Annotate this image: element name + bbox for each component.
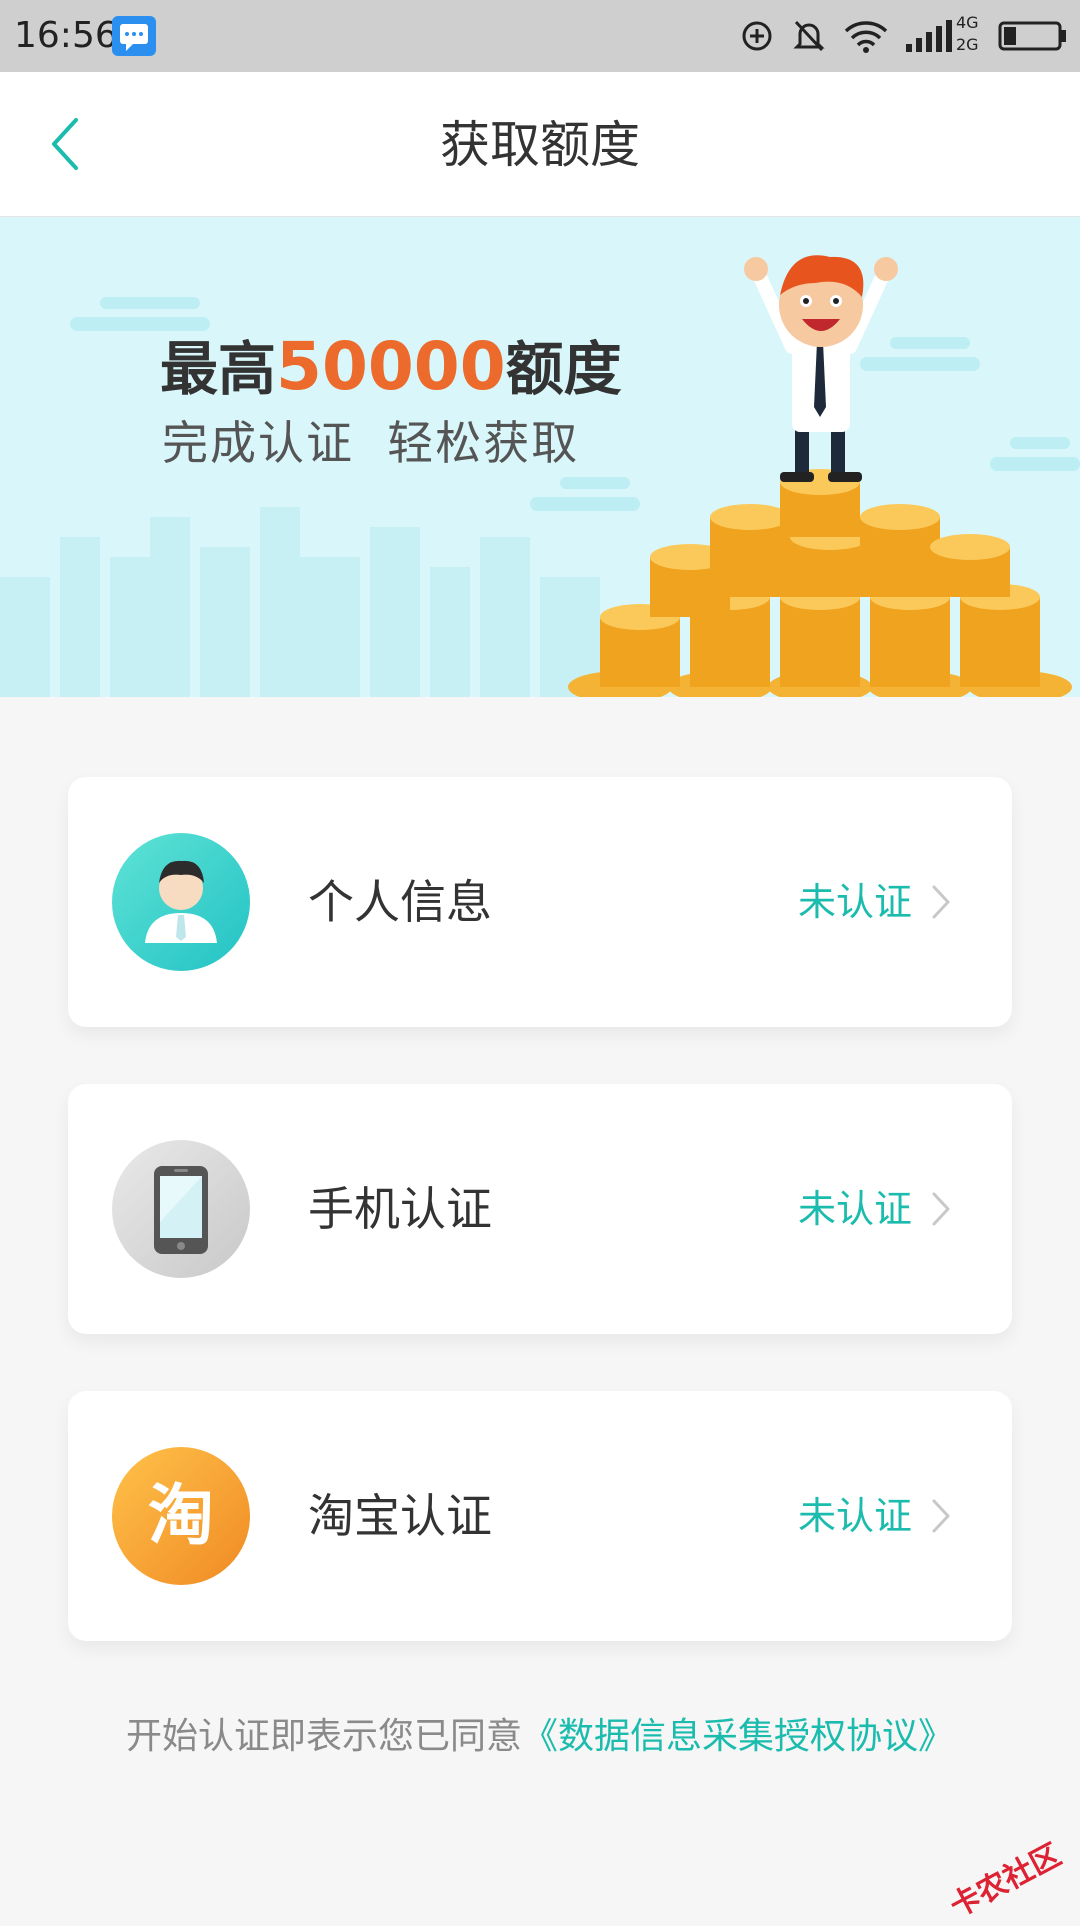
personal-info-card[interactable]: 个人信息 未认证 <box>68 777 1012 1027</box>
card-status: 未认证 <box>798 1494 913 1538</box>
phone-icon <box>112 1140 250 1278</box>
agreement-prefix: 开始认证即表示您已同意 <box>125 1716 522 1757</box>
card-status: 未认证 <box>798 1187 913 1231</box>
watermark: 卡农社区 <box>944 1837 1067 1925</box>
network-type-2g: 2G <box>956 35 979 54</box>
mute-bell-icon <box>792 18 826 54</box>
banner-title-suffix: 额度 <box>505 335 622 403</box>
promo-banner: 最高50000额度 完成认证 轻松获取 <box>0 217 1080 697</box>
chevron-right-icon <box>932 1499 950 1533</box>
user-avatar-icon <box>112 833 250 971</box>
phone-verify-card[interactable]: 手机认证 未认证 <box>68 1084 1012 1334</box>
banner-headline: 最高50000额度 <box>160 327 622 409</box>
message-notification-icon <box>112 16 156 56</box>
battery-icon <box>998 20 1068 52</box>
wifi-icon <box>844 19 888 53</box>
sync-icon <box>740 19 774 53</box>
banner-subtitle: 完成认证 轻松获取 <box>162 416 580 470</box>
signal-icon: 4G 2G <box>906 13 980 56</box>
card-label: 个人信息 <box>308 875 492 929</box>
card-status: 未认证 <box>798 880 913 924</box>
card-label: 淘宝认证 <box>308 1489 492 1543</box>
taobao-icon: 淘 <box>112 1447 250 1585</box>
status-bar: 16:56 4G 2G <box>0 0 1080 72</box>
agreement-notice: 开始认证即表示您已同意《数据信息采集授权协议》 <box>0 1712 1080 1762</box>
chevron-right-icon <box>932 1192 950 1226</box>
agreement-link[interactable]: 《数据信息采集授权协议》 <box>522 1716 954 1757</box>
banner-title-prefix: 最高 <box>160 335 277 403</box>
taobao-icon-char: 淘 <box>148 1477 214 1554</box>
page-title: 获取额度 <box>440 116 640 174</box>
network-type-4g: 4G <box>956 13 979 32</box>
banner-max-amount: 50000 <box>276 328 506 405</box>
card-label: 手机认证 <box>308 1182 492 1236</box>
chevron-right-icon <box>932 885 950 919</box>
taobao-verify-card[interactable]: 淘 淘宝认证 未认证 <box>68 1391 1012 1641</box>
status-time: 16:56 <box>14 15 118 56</box>
nav-bar: 获取额度 <box>0 72 1080 217</box>
